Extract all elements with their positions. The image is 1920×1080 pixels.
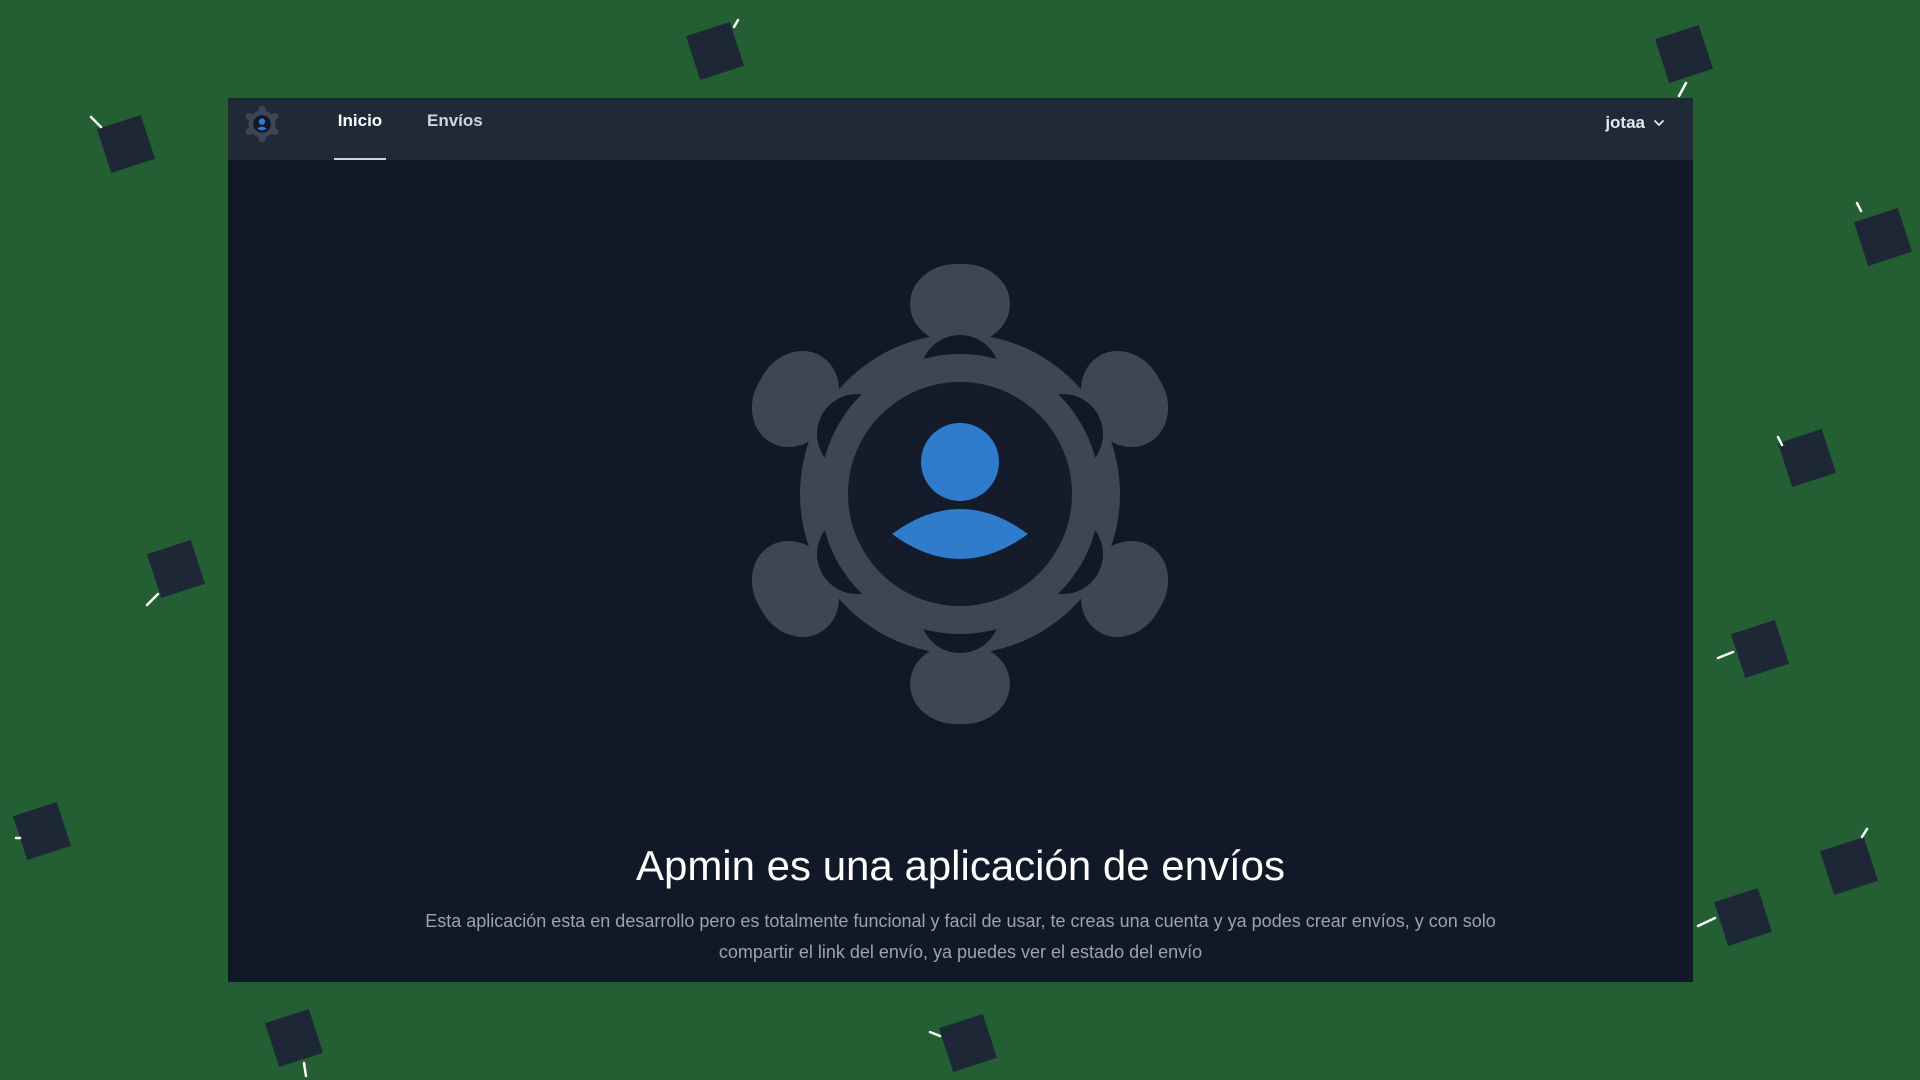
decor-square	[1655, 25, 1713, 83]
decor-stroke	[145, 592, 160, 607]
decor-stroke	[1696, 916, 1717, 928]
decor-square	[265, 1009, 323, 1067]
decor-square	[1854, 208, 1912, 266]
username-label: jotaa	[1605, 113, 1645, 132]
decor-stroke	[1716, 650, 1735, 660]
decor-square	[13, 802, 71, 860]
app-window: Inicio Envíos jotaa Apmin es una aplicac…	[228, 98, 1693, 982]
gear-user-icon[interactable]	[242, 104, 282, 144]
nav-link-envios[interactable]: Envíos	[427, 98, 483, 160]
decor-square	[686, 22, 744, 80]
decor-stroke	[928, 1030, 942, 1038]
decor-stroke	[1855, 201, 1863, 213]
decor-stroke	[1860, 827, 1869, 839]
decor-square	[939, 1014, 997, 1072]
decor-square	[1820, 837, 1878, 895]
nav-link-inicio[interactable]: Inicio	[334, 98, 386, 160]
hero-description: Esta aplicación esta en desarrollo pero …	[425, 911, 1496, 962]
hero-title: Apmin es una aplicación de envíos	[635, 842, 1286, 889]
gear-user-icon	[728, 262, 1192, 726]
user-menu-dropdown[interactable]: jotaa	[1605, 110, 1665, 136]
decor-stroke	[732, 18, 740, 29]
decor-square	[1731, 620, 1789, 678]
decor-square	[147, 540, 205, 598]
decor-square	[1778, 429, 1836, 487]
chevron-down-icon	[1653, 117, 1665, 129]
decor-stroke	[89, 115, 103, 129]
decor-square	[97, 115, 155, 173]
decor-square	[1714, 888, 1772, 946]
navbar: Inicio Envíos jotaa	[228, 98, 1693, 160]
decor-stroke	[1677, 81, 1688, 98]
decor-stroke	[302, 1061, 308, 1078]
